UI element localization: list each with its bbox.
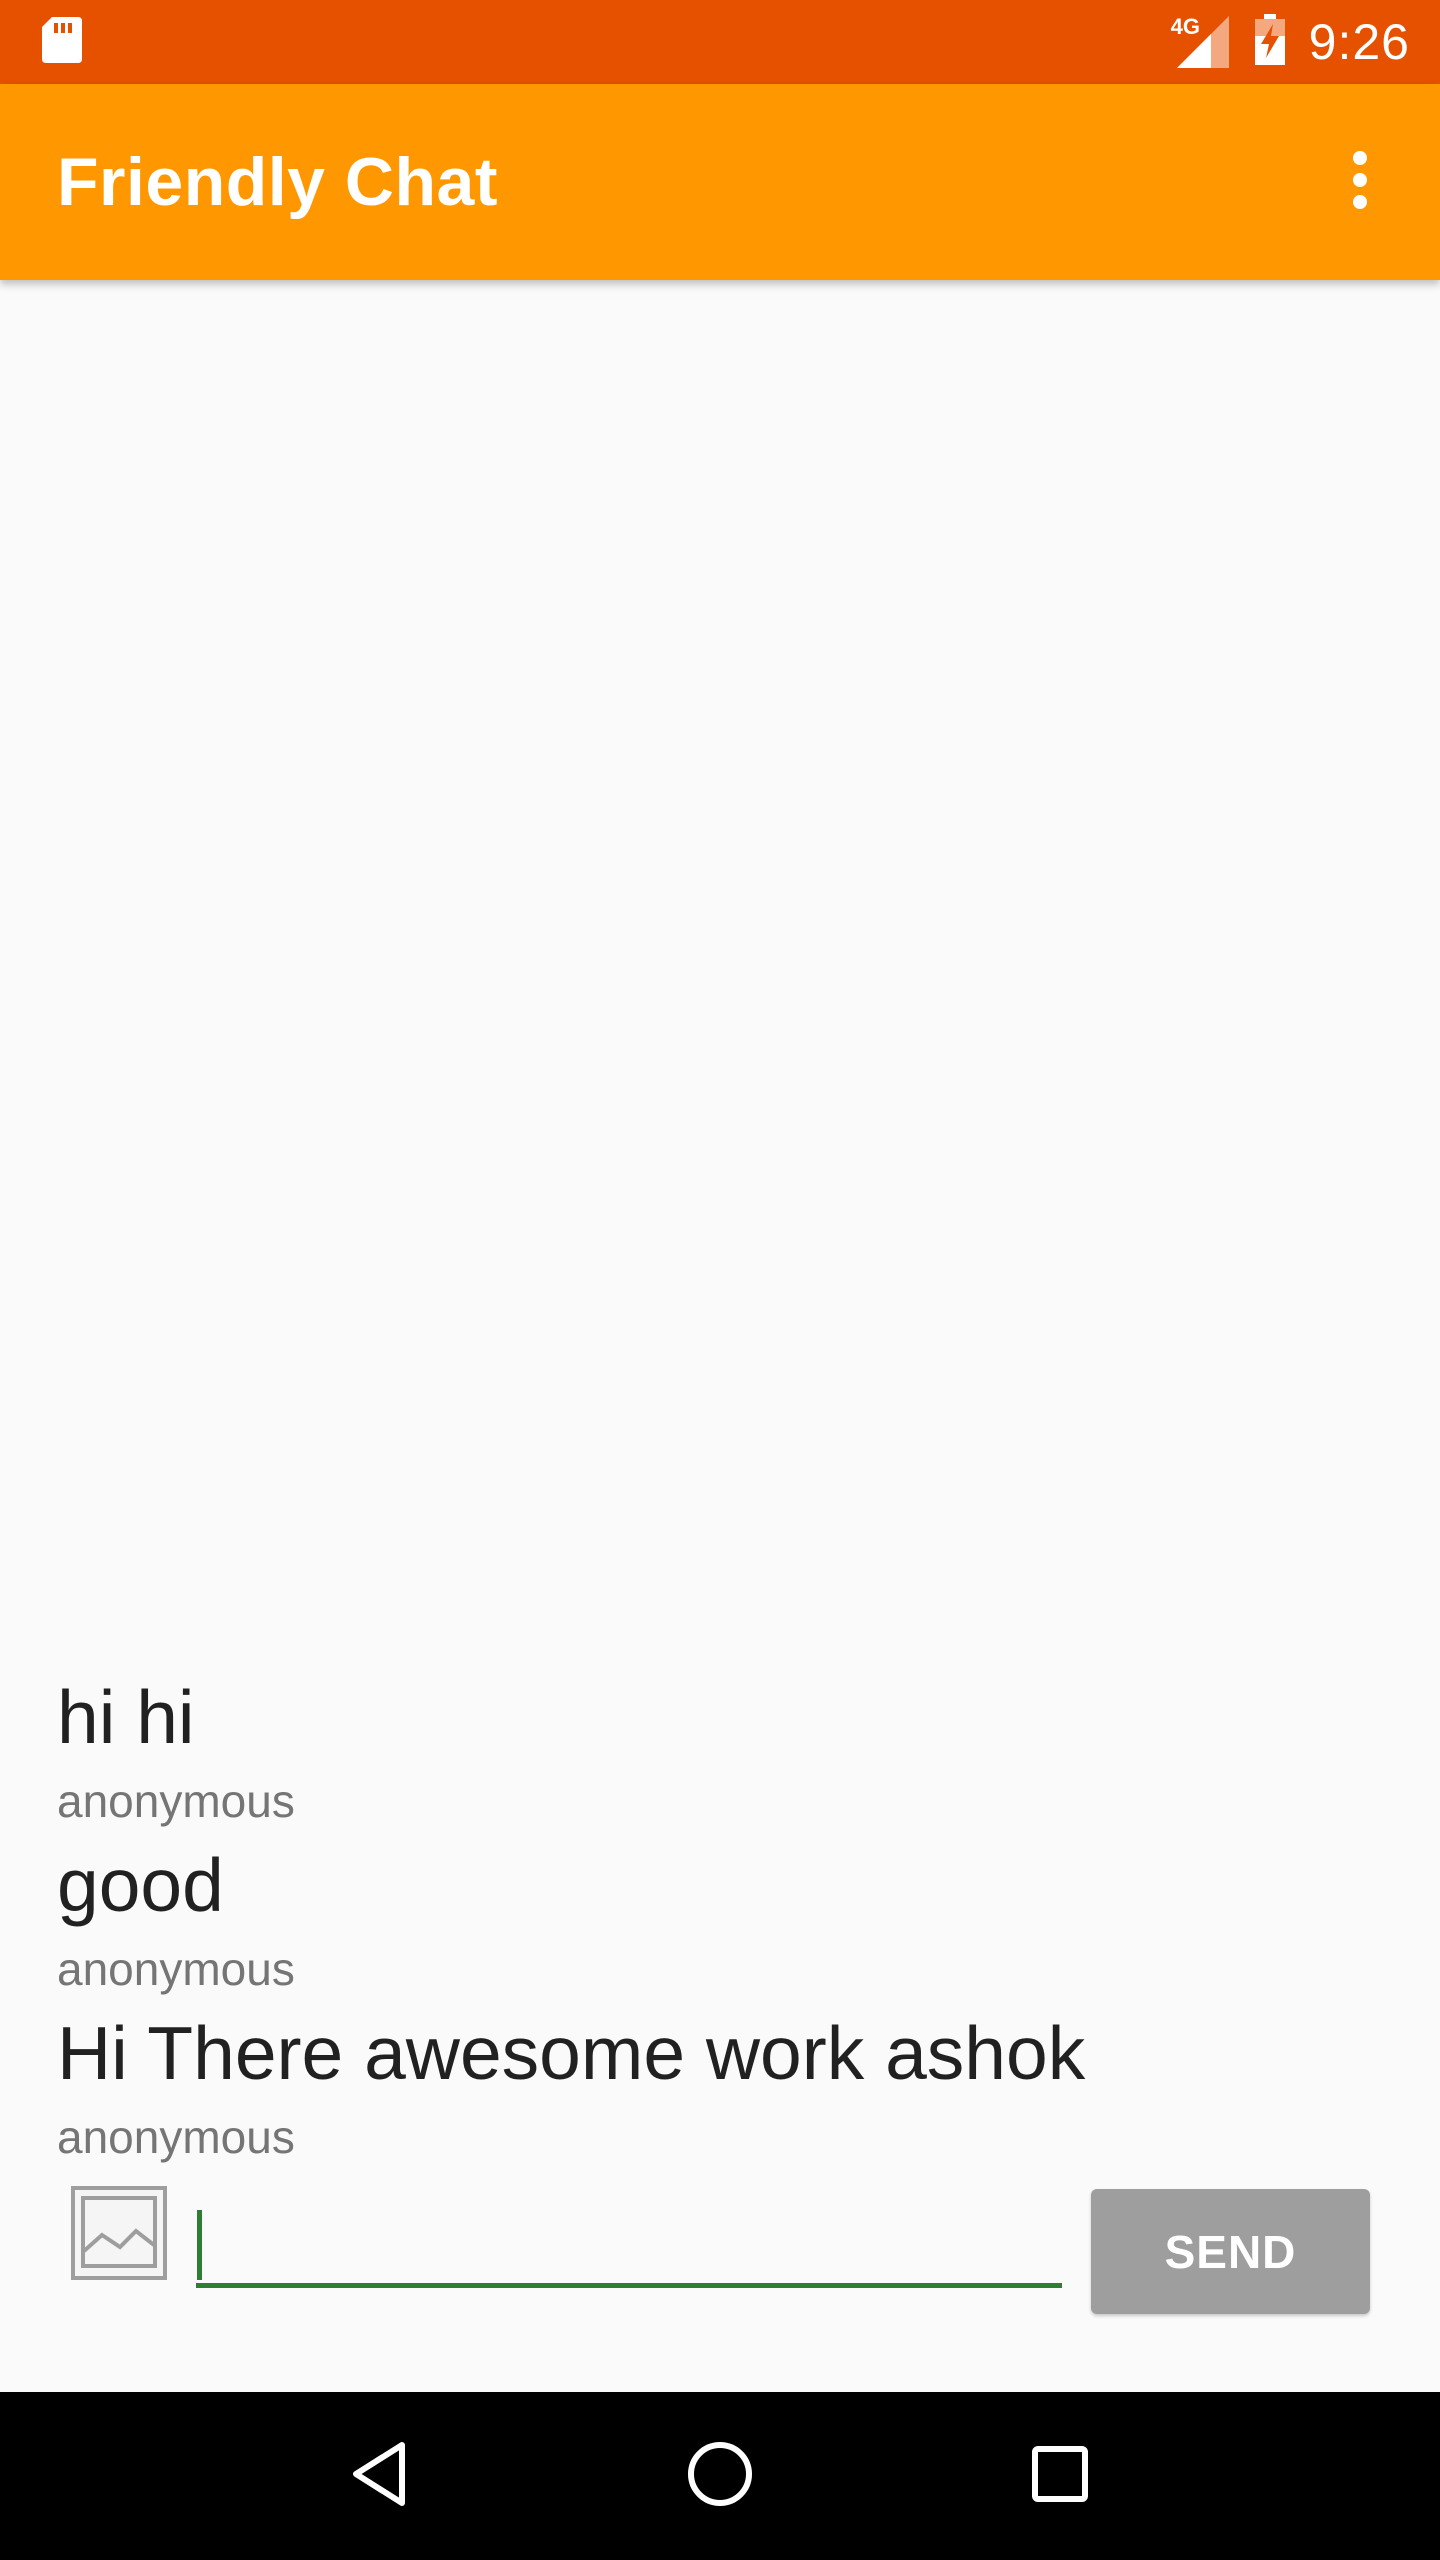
app-bar: Friendly Chat bbox=[0, 84, 1440, 280]
back-triangle-icon bbox=[350, 2439, 410, 2514]
message-input[interactable] bbox=[196, 2198, 1062, 2288]
battery-charging-icon bbox=[1253, 13, 1287, 71]
recents-square-icon bbox=[1030, 2444, 1090, 2509]
message-list-area[interactable]: hi hi anonymous good anonymous Hi There … bbox=[0, 280, 1440, 2392]
text-cursor bbox=[197, 2210, 202, 2280]
navigation-bar bbox=[0, 2392, 1440, 2560]
app-title: Friendly Chat bbox=[57, 144, 498, 220]
message-text: Hi There awesome work ashok bbox=[57, 2011, 1086, 2095]
image-icon bbox=[70, 2186, 168, 2285]
send-button[interactable]: SEND bbox=[1091, 2189, 1370, 2314]
message-author: anonymous bbox=[57, 1775, 295, 1827]
status-time: 9:26 bbox=[1308, 14, 1410, 70]
message-text: hi hi bbox=[57, 1675, 195, 1759]
message-item: Hi There awesome work ashok anonymous bbox=[57, 2006, 1383, 2174]
status-bar: 4G 9:26 bbox=[0, 0, 1440, 84]
message-item: good anonymous bbox=[57, 1838, 1383, 2006]
home-circle-icon bbox=[685, 2439, 755, 2514]
message-item: hi hi anonymous bbox=[57, 1670, 1383, 1838]
message-author: anonymous bbox=[57, 1943, 295, 1995]
photo-picker-button[interactable] bbox=[70, 2185, 168, 2281]
more-vert-icon bbox=[1350, 150, 1370, 215]
back-button[interactable] bbox=[325, 2421, 435, 2531]
message-author: anonymous bbox=[57, 2111, 295, 2163]
sd-card-icon bbox=[40, 15, 84, 70]
message-text: good bbox=[57, 1843, 224, 1927]
signal-4g-icon: 4G bbox=[1171, 14, 1231, 70]
home-button[interactable] bbox=[665, 2421, 775, 2531]
message-composer: SEND bbox=[0, 2180, 1440, 2330]
network-type-label: 4G bbox=[1170, 14, 1201, 39]
recents-button[interactable] bbox=[1005, 2421, 1115, 2531]
message-list: hi hi anonymous good anonymous Hi There … bbox=[57, 1670, 1383, 2174]
overflow-menu-button[interactable] bbox=[1320, 132, 1400, 232]
